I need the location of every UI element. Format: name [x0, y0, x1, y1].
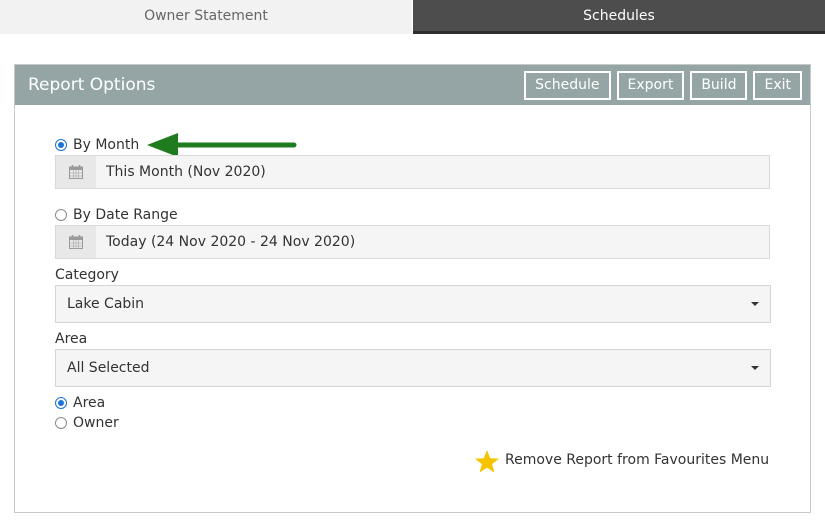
tab-schedules[interactable]: Schedules	[413, 0, 825, 34]
group-by-owner-label: Owner	[73, 415, 119, 431]
group-by-owner-radio[interactable]	[55, 417, 67, 429]
area-select[interactable]: All Selected	[55, 349, 771, 387]
tab-owner-statement[interactable]: Owner Statement	[0, 0, 412, 34]
by-month-label: By Month	[73, 137, 140, 153]
category-label: Category	[55, 267, 119, 283]
area-label: Area	[55, 331, 88, 347]
header-buttons: Schedule Export Build Exit	[524, 71, 802, 100]
chevron-down-icon	[751, 366, 759, 370]
chevron-down-icon	[751, 302, 759, 306]
date-range-field[interactable]: Today (24 Nov 2020 - 24 Nov 2020)	[55, 225, 770, 259]
date-range-value: Today (24 Nov 2020 - 24 Nov 2020)	[106, 234, 356, 250]
exit-button[interactable]: Exit	[753, 71, 802, 100]
by-month-radio[interactable]	[55, 139, 67, 151]
category-select[interactable]: Lake Cabin	[55, 285, 771, 323]
month-period-value: This Month (Nov 2020)	[106, 164, 266, 180]
category-value: Lake Cabin	[67, 296, 145, 312]
report-tabs: Owner Statement Schedules	[0, 0, 825, 34]
export-button[interactable]: Export	[616, 71, 685, 100]
schedule-button[interactable]: Schedule	[524, 71, 611, 100]
calendar-icon	[56, 156, 96, 188]
panel-header: Report Options Schedule Export Build Exi…	[15, 65, 810, 105]
area-value: All Selected	[67, 360, 150, 376]
by-date-range-label: By Date Range	[73, 207, 178, 223]
by-date-range-radio[interactable]	[55, 209, 67, 221]
panel-title: Report Options	[28, 75, 156, 95]
star-icon	[475, 450, 499, 473]
group-by-area-radio[interactable]	[55, 397, 67, 409]
month-period-field[interactable]: This Month (Nov 2020)	[55, 155, 770, 189]
build-button[interactable]: Build	[690, 71, 748, 100]
calendar-icon	[56, 226, 96, 258]
remove-favourite-label: Remove Report from Favourites Menu	[505, 452, 770, 468]
group-by-area-label: Area	[73, 395, 106, 411]
